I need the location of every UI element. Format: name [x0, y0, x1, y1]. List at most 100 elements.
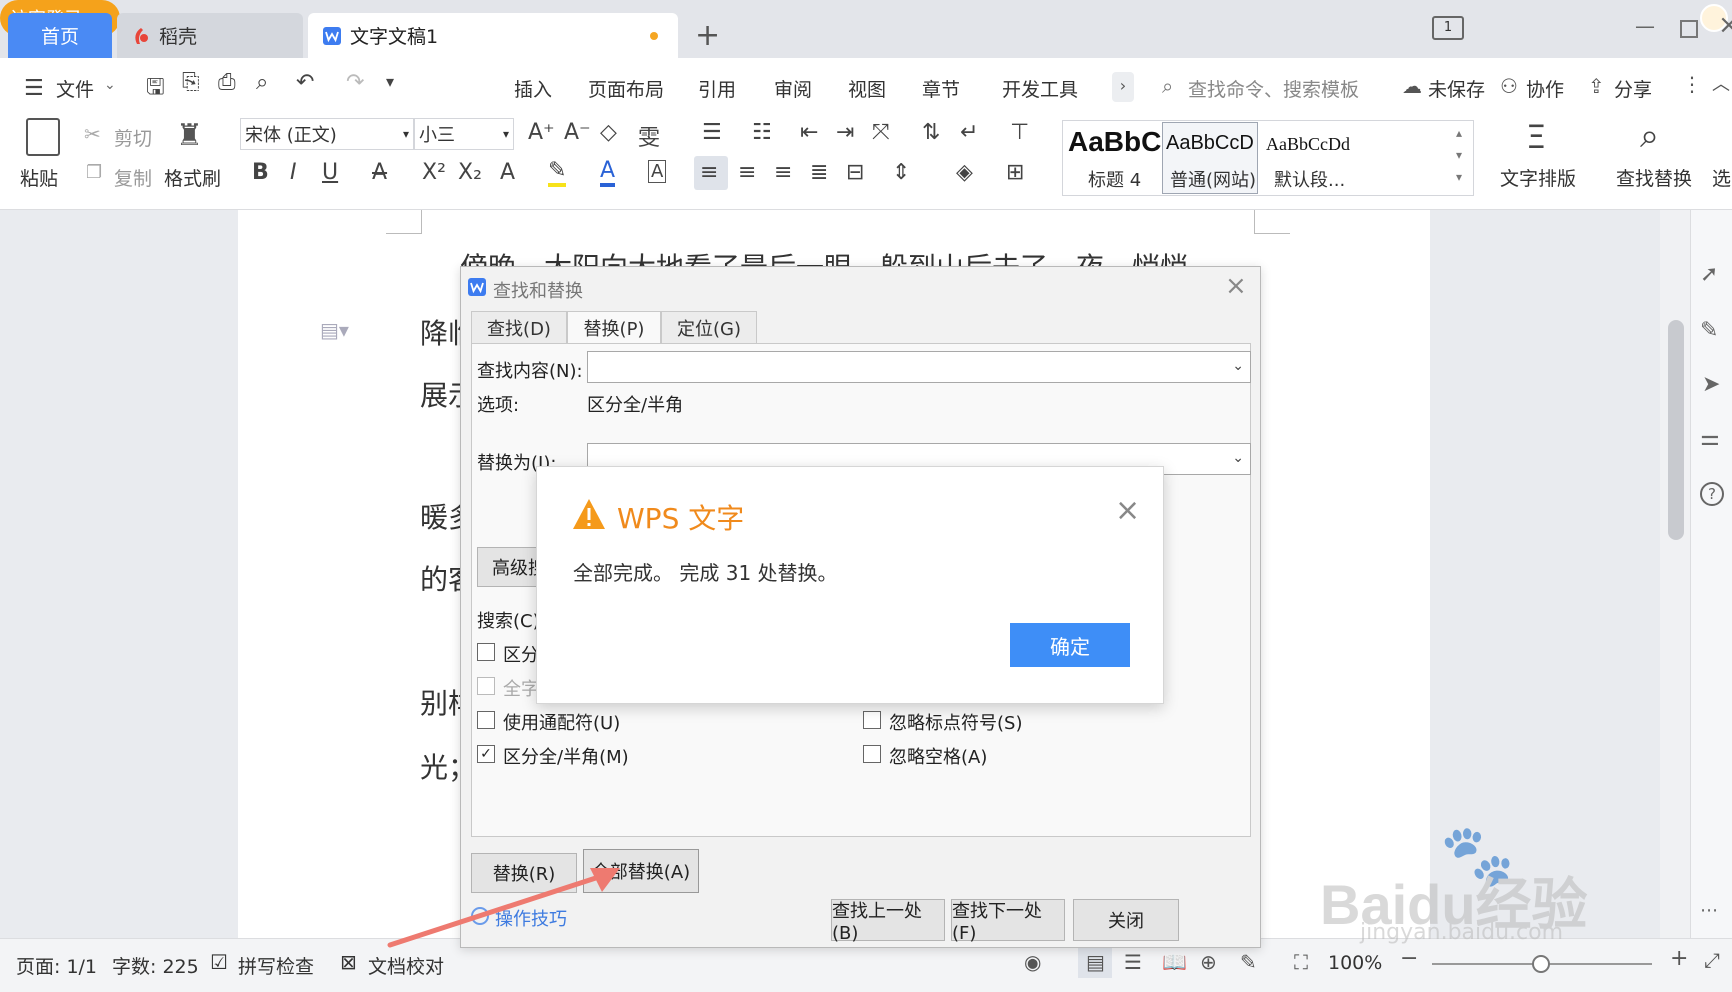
select-button[interactable]: 选 — [1712, 164, 1731, 191]
zoom-slider-handle[interactable] — [1532, 955, 1550, 973]
numbered-list-icon[interactable]: ☷ — [752, 120, 772, 145]
close-window-icon[interactable]: × — [1718, 10, 1732, 40]
cut-button[interactable]: 剪切 — [114, 124, 152, 151]
strikethrough-icon[interactable]: A — [372, 160, 387, 185]
align-center-icon[interactable]: ≡ — [738, 160, 756, 185]
share-button[interactable]: 分享 — [1614, 75, 1652, 102]
paragraph-handle-icon[interactable]: ▤▾ — [320, 318, 349, 342]
dialog-close-icon[interactable]: × — [1225, 271, 1247, 301]
more-tabs-icon[interactable]: › — [1112, 72, 1134, 102]
more-tools-icon[interactable]: ⋯ — [1700, 900, 1718, 921]
tab-goto[interactable]: 定位(G) — [661, 311, 757, 343]
fullscreen-icon[interactable]: ⤢ — [1704, 948, 1720, 972]
print-preview-icon[interactable]: ⌕ — [256, 70, 268, 95]
format-painter-button[interactable]: 格式刷 — [164, 164, 221, 191]
file-chevron-icon[interactable]: ⌄ — [104, 77, 116, 93]
chinese-layout-icon[interactable]: ⤧ — [872, 120, 890, 145]
command-search-input[interactable]: 查找命令、搜索模板 — [1188, 75, 1359, 102]
print-icon[interactable]: ⎙ — [218, 70, 236, 95]
sort-icon[interactable]: ⇅ — [922, 120, 940, 145]
file-menu[interactable]: 文件 — [56, 75, 94, 102]
checkbox-match-case[interactable] — [477, 643, 495, 661]
font-size-select[interactable]: 小三 ▾ — [414, 118, 514, 150]
decrease-indent-icon[interactable]: ⇤ — [800, 120, 818, 145]
text-effect-icon[interactable]: A — [500, 160, 515, 185]
more-options-icon[interactable]: ⋮ — [1682, 72, 1702, 96]
zoom-level[interactable]: 100% — [1328, 952, 1382, 974]
zoom-in-icon[interactable]: + — [1670, 946, 1688, 971]
customize-chevron-icon[interactable]: ▾ — [386, 72, 394, 91]
word-count[interactable]: 字数: 225 — [112, 952, 199, 979]
copy-button[interactable]: 复制 — [114, 164, 152, 191]
font-name-select[interactable]: 宋体 (正文) ▾ — [240, 118, 414, 150]
phonetic-guide-icon[interactable]: 雯 — [638, 120, 660, 152]
eye-protect-icon[interactable]: ◉ — [1024, 950, 1041, 974]
page-indicator[interactable]: 页面: 1/1 — [16, 952, 97, 979]
tab-review[interactable]: 审阅 — [774, 75, 812, 102]
page-view-icon[interactable]: 1 — [1432, 16, 1464, 40]
page-view-icon-status[interactable]: ▤ — [1086, 950, 1105, 974]
align-left-icon[interactable]: ≡ — [700, 160, 718, 185]
rocket-icon[interactable]: ➚ — [1700, 262, 1718, 287]
char-border-icon[interactable]: A — [648, 160, 667, 183]
ok-button[interactable]: 确定 — [1010, 623, 1130, 667]
unsaved-status[interactable]: 未保存 — [1428, 75, 1485, 102]
justify-icon[interactable]: ≣ — [810, 160, 828, 185]
redo-icon[interactable]: ↷ — [346, 70, 364, 95]
menu-icon[interactable]: ☰ — [24, 76, 44, 101]
checkbox-ignore-spaces[interactable] — [863, 745, 881, 763]
new-tab-button[interactable]: + — [695, 18, 720, 53]
checkbox-ignore-punctuation[interactable] — [863, 711, 881, 729]
find-content-input[interactable]: ⌄ — [587, 351, 1251, 383]
tab-chapter[interactable]: 章节 — [922, 75, 960, 102]
subscript-icon[interactable]: X₂ — [458, 160, 482, 185]
undo-icon[interactable]: ↶ — [296, 70, 314, 95]
style-preview-default[interactable]: AaBbCcDd — [1266, 134, 1350, 155]
fit-page-icon[interactable]: ⛶ — [1294, 950, 1308, 974]
tab-stops-icon[interactable]: ⊤ — [1010, 120, 1029, 145]
find-previous-button[interactable]: 查找上一处(B) — [831, 899, 945, 944]
replace-dropdown-chevron-icon[interactable]: ⌄ — [1232, 450, 1244, 466]
sliders-icon[interactable]: ⚌ — [1700, 426, 1720, 451]
increase-indent-icon[interactable]: ⇥ — [836, 120, 854, 145]
decrease-font-icon[interactable]: A⁻ — [564, 120, 591, 145]
show-hide-marks-icon[interactable]: ↵ — [960, 120, 978, 145]
outline-view-icon[interactable]: ☰ — [1124, 950, 1142, 974]
italic-icon[interactable]: I — [290, 160, 297, 185]
bullet-list-icon[interactable]: ☰ — [702, 120, 722, 145]
tab-developer[interactable]: 开发工具 — [1002, 75, 1078, 102]
minimize-icon[interactable]: — — [1635, 14, 1655, 38]
find-next-button[interactable]: 查找下一处(F) — [951, 899, 1065, 944]
tab-insert[interactable]: 插入 — [514, 75, 552, 102]
tab-replace[interactable]: 替换(P) — [567, 311, 661, 343]
collapse-ribbon-icon[interactable]: ︿ — [1712, 70, 1730, 96]
highlight-icon[interactable]: ✎ — [548, 158, 567, 187]
increase-font-icon[interactable]: A⁺ — [528, 120, 555, 145]
scrollbar-thumb[interactable] — [1668, 320, 1684, 540]
bold-icon[interactable]: B — [252, 160, 269, 185]
pen-icon[interactable]: ✎ — [1700, 318, 1718, 343]
spellcheck-button[interactable]: 拼写检查 — [238, 952, 314, 979]
style-preview-normal-web[interactable]: AaBbCcD — [1166, 132, 1258, 155]
reading-view-icon[interactable]: 📖 — [1162, 950, 1187, 974]
tab-view[interactable]: 视图 — [848, 75, 886, 102]
superscript-icon[interactable]: X² — [422, 160, 446, 185]
find-dropdown-chevron-icon[interactable]: ⌄ — [1232, 358, 1244, 374]
text-layout-button[interactable]: 文字排版 — [1500, 164, 1576, 191]
distributed-icon[interactable]: ⊟ — [846, 160, 864, 185]
export-icon[interactable]: ⎘ — [182, 70, 200, 95]
find-replace-button[interactable]: 查找替换 — [1616, 164, 1692, 191]
align-right-icon[interactable]: ≡ — [774, 160, 792, 185]
tab-daoke[interactable]: 稻壳 — [117, 13, 303, 58]
paste-button[interactable]: 粘贴 — [20, 164, 58, 191]
pointer-icon[interactable]: ➤ — [1702, 372, 1720, 397]
tab-document[interactable]: 文字文稿1 — [308, 13, 678, 58]
font-color-icon[interactable]: A — [600, 158, 616, 187]
checkbox-whole-word[interactable] — [477, 677, 495, 695]
styles-scroll-icon[interactable]: ▴ ▾ ▾ — [1456, 122, 1462, 188]
checkbox-full-half-width[interactable]: ✓ — [477, 745, 495, 763]
tab-references[interactable]: 引用 — [698, 75, 736, 102]
save-icon[interactable]: 🖫 — [146, 70, 165, 108]
shading-icon[interactable]: ◈ — [956, 160, 973, 185]
checkbox-wildcards[interactable] — [477, 711, 495, 729]
